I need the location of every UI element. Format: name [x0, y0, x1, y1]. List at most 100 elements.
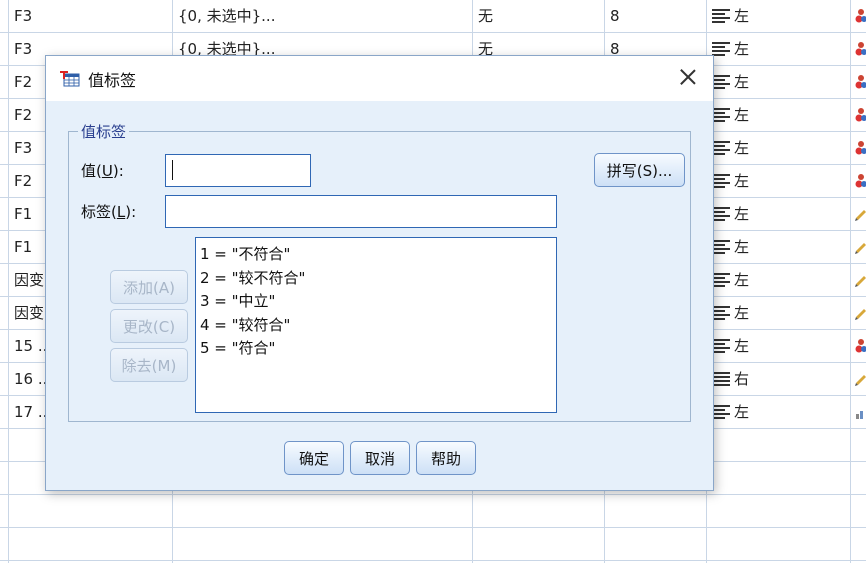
align-text: 左: [734, 172, 750, 190]
align-left-icon: [712, 8, 730, 23]
cell-columns[interactable]: [610, 495, 702, 527]
label-label-end: ):: [125, 203, 137, 221]
nominal-icon: [855, 42, 866, 56]
cell-columns[interactable]: 8: [610, 0, 702, 32]
cell-name[interactable]: F3: [14, 0, 170, 32]
spelling-button[interactable]: 拼写(S)...: [594, 153, 685, 187]
align-text: 左: [734, 403, 750, 421]
scale-icon: [855, 210, 866, 221]
align-left-icon: [712, 338, 730, 353]
table-row[interactable]: [0, 495, 866, 528]
label-field-label: 标签(L):: [81, 201, 136, 222]
change-button[interactable]: 更改(C): [110, 309, 188, 343]
value-labels-dialog: 值标签 值标签 值(U): 标签(L): 拼写(S)... 添加(A) 更改(C…: [45, 55, 714, 491]
list-item[interactable]: 1 = "不符合": [200, 243, 552, 267]
value-labels-icon: [60, 71, 80, 87]
cell-align[interactable]: [712, 429, 846, 461]
cell-align[interactable]: 左: [712, 396, 846, 428]
cell-align[interactable]: [712, 528, 846, 560]
nominal-icon: [855, 75, 866, 89]
nominal-icon: [855, 108, 866, 122]
table-row[interactable]: [0, 528, 866, 561]
align-left-icon: [712, 173, 730, 188]
align-text: 左: [734, 238, 750, 256]
align-text: 左: [734, 7, 750, 25]
list-item[interactable]: 2 = "较不符合": [200, 267, 552, 291]
align-left-icon: [712, 206, 730, 221]
remove-button[interactable]: 除去(M): [110, 348, 188, 382]
align-left-icon: [712, 272, 730, 287]
value-labels-list[interactable]: 1 = "不符合" 2 = "较不符合" 3 = "中立" 4 = "较符合" …: [195, 237, 557, 413]
cell-align[interactable]: 左: [712, 0, 846, 32]
align-left-icon: [712, 107, 730, 122]
table-row[interactable]: F3 {0, 未选中}... 无 8 左: [0, 0, 866, 33]
list-item[interactable]: 4 = "较符合": [200, 314, 552, 338]
list-item[interactable]: 3 = "中立": [200, 290, 552, 314]
align-text: 左: [734, 106, 750, 124]
cell-missing[interactable]: [478, 495, 600, 527]
label-hotkey: L: [116, 203, 126, 221]
cell-name[interactable]: [14, 495, 170, 527]
cell-missing[interactable]: [478, 528, 600, 560]
cell-align[interactable]: 左: [712, 297, 846, 329]
cell-align[interactable]: 左: [712, 264, 846, 296]
cell-align[interactable]: 左: [712, 198, 846, 230]
align-text: 左: [734, 304, 750, 322]
cell-missing[interactable]: 无: [478, 0, 600, 32]
cell-align[interactable]: [712, 462, 846, 494]
scale-icon: [855, 243, 866, 254]
cell-align[interactable]: 左: [712, 165, 846, 197]
align-left-icon: [712, 41, 730, 56]
cell-align[interactable]: 左: [712, 231, 846, 263]
cell-align[interactable]: 左: [712, 330, 846, 362]
add-button[interactable]: 添加(A): [110, 270, 188, 304]
scale-icon: [855, 276, 866, 287]
cell-columns[interactable]: [610, 528, 702, 560]
cell-align[interactable]: 左: [712, 66, 846, 98]
dialog-titlebar[interactable]: 值标签: [46, 56, 713, 101]
list-item[interactable]: 5 = "符合": [200, 337, 552, 361]
cell-align[interactable]: 右: [712, 363, 846, 395]
align-text: 左: [734, 271, 750, 289]
cancel-button[interactable]: 取消: [350, 441, 410, 475]
cell-name[interactable]: [14, 528, 170, 560]
align-left-icon: [712, 404, 730, 419]
cell-values[interactable]: {0, 未选中}...: [178, 0, 468, 32]
nominal-icon: [855, 174, 866, 188]
value-hotkey: U: [101, 162, 113, 180]
scale-icon: [855, 375, 866, 386]
dialog-title: 值标签: [88, 71, 137, 90]
label-input[interactable]: [165, 195, 557, 228]
cell-align[interactable]: 左: [712, 132, 846, 164]
align-text: 左: [734, 337, 750, 355]
cell-align[interactable]: [712, 495, 846, 527]
cell-values[interactable]: [178, 495, 468, 527]
cell-align[interactable]: 左: [712, 99, 846, 131]
scale-icon: [855, 309, 866, 320]
align-left-icon: [712, 239, 730, 254]
align-right-icon: [712, 371, 730, 386]
align-text: 左: [734, 40, 750, 58]
align-text: 右: [734, 370, 750, 388]
value-input[interactable]: [165, 154, 311, 187]
align-left-icon: [712, 305, 730, 320]
nominal-icon: [855, 9, 866, 23]
align-text: 左: [734, 73, 750, 91]
value-label-end: ):: [112, 162, 124, 180]
label-label-text: 标签(: [81, 203, 117, 221]
ordinal-icon: [856, 411, 863, 419]
help-button[interactable]: 帮助: [416, 441, 476, 475]
text-caret: [172, 160, 173, 180]
value-label-text: 值(: [81, 162, 102, 180]
align-left-icon: [712, 74, 730, 89]
value-field-label: 值(U):: [81, 160, 124, 181]
group-title: 值标签: [78, 121, 130, 142]
align-text: 左: [734, 139, 750, 157]
nominal-icon: [855, 339, 866, 353]
cell-values[interactable]: [178, 528, 468, 560]
nominal-icon: [855, 141, 866, 155]
cell-align[interactable]: 左: [712, 33, 846, 65]
close-icon[interactable]: [677, 66, 699, 88]
align-text: 左: [734, 205, 750, 223]
ok-button[interactable]: 确定: [284, 441, 344, 475]
